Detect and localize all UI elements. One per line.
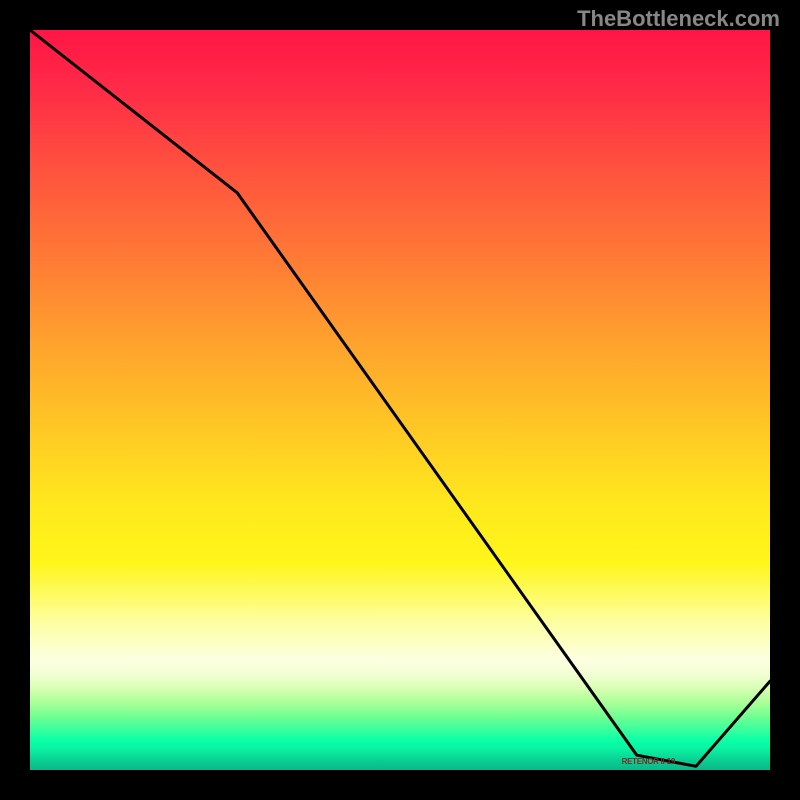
watermark-text: TheBottleneck.com	[577, 6, 780, 32]
chart-annotation: RETENOR II-19	[622, 757, 675, 766]
chart-line-svg	[30, 30, 770, 770]
chart-plot-area: RETENOR II-19	[30, 30, 770, 770]
chart-line-path	[30, 30, 770, 766]
